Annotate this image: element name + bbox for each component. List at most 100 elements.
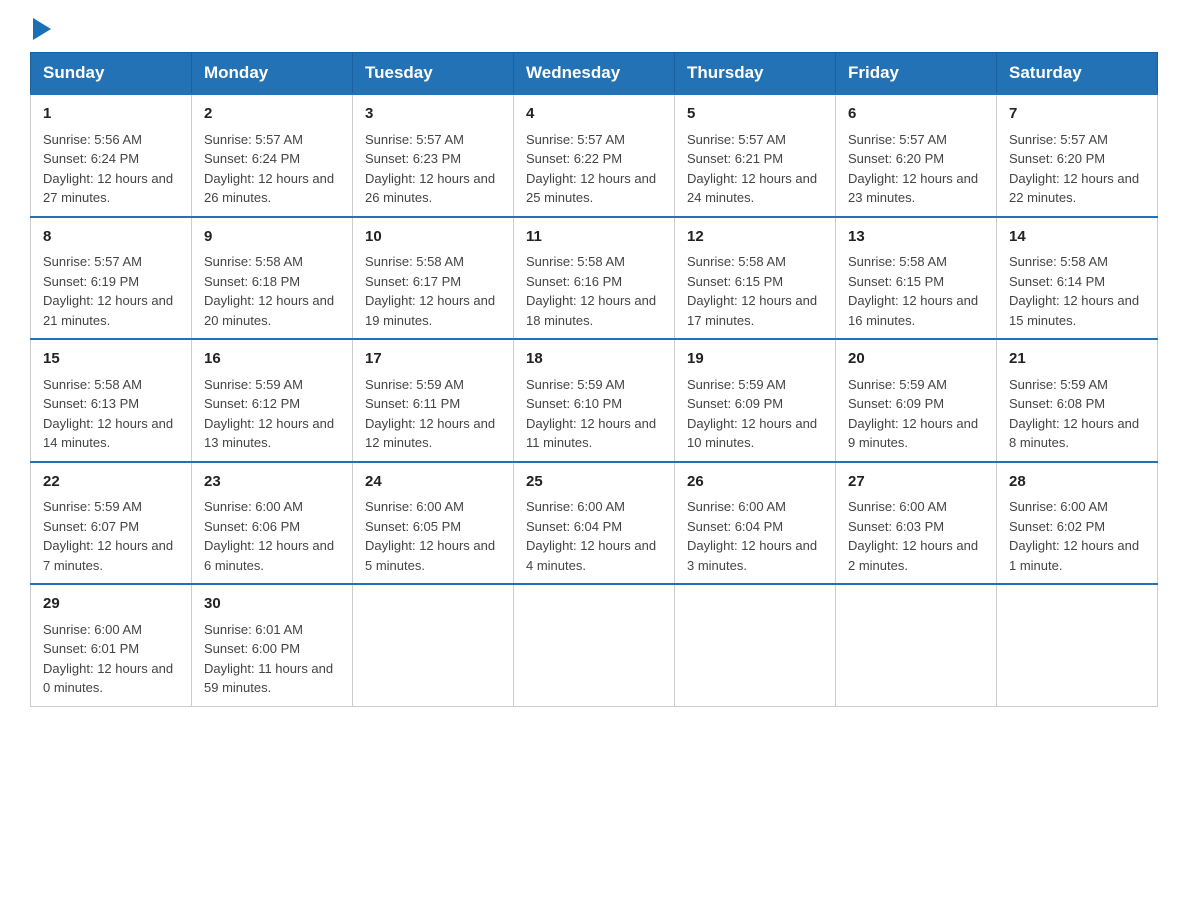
day-daylight: Daylight: 12 hours and 16 minutes. [848,293,978,328]
day-sunset: Sunset: 6:03 PM [848,519,944,534]
day-sunrise: Sunrise: 5:59 AM [204,377,303,392]
day-number: 2 [204,103,340,126]
calendar-day-cell: 15 Sunrise: 5:58 AM Sunset: 6:13 PM Dayl… [31,339,192,462]
calendar-day-cell [514,584,675,706]
calendar-day-cell: 9 Sunrise: 5:58 AM Sunset: 6:18 PM Dayli… [192,217,353,340]
day-daylight: Daylight: 12 hours and 12 minutes. [365,416,495,451]
day-daylight: Daylight: 12 hours and 2 minutes. [848,538,978,573]
day-sunrise: Sunrise: 5:56 AM [43,132,142,147]
day-daylight: Daylight: 12 hours and 8 minutes. [1009,416,1139,451]
day-sunset: Sunset: 6:12 PM [204,396,300,411]
day-sunrise: Sunrise: 5:57 AM [526,132,625,147]
day-sunset: Sunset: 6:16 PM [526,274,622,289]
day-daylight: Daylight: 12 hours and 23 minutes. [848,171,978,206]
day-number: 25 [526,471,662,494]
day-sunset: Sunset: 6:17 PM [365,274,461,289]
day-sunset: Sunset: 6:18 PM [204,274,300,289]
day-sunset: Sunset: 6:15 PM [848,274,944,289]
day-sunset: Sunset: 6:24 PM [204,151,300,166]
day-sunrise: Sunrise: 5:59 AM [365,377,464,392]
day-number: 29 [43,593,179,616]
calendar-day-cell: 26 Sunrise: 6:00 AM Sunset: 6:04 PM Dayl… [675,462,836,585]
day-sunset: Sunset: 6:06 PM [204,519,300,534]
day-sunset: Sunset: 6:14 PM [1009,274,1105,289]
day-sunset: Sunset: 6:09 PM [687,396,783,411]
calendar-week-row: 15 Sunrise: 5:58 AM Sunset: 6:13 PM Dayl… [31,339,1158,462]
calendar-day-cell: 8 Sunrise: 5:57 AM Sunset: 6:19 PM Dayli… [31,217,192,340]
day-sunrise: Sunrise: 5:58 AM [43,377,142,392]
day-daylight: Daylight: 12 hours and 22 minutes. [1009,171,1139,206]
day-sunset: Sunset: 6:09 PM [848,396,944,411]
day-sunset: Sunset: 6:23 PM [365,151,461,166]
calendar-day-cell: 2 Sunrise: 5:57 AM Sunset: 6:24 PM Dayli… [192,94,353,217]
calendar-day-cell: 17 Sunrise: 5:59 AM Sunset: 6:11 PM Dayl… [353,339,514,462]
day-daylight: Daylight: 12 hours and 6 minutes. [204,538,334,573]
day-sunrise: Sunrise: 5:59 AM [687,377,786,392]
calendar-day-cell: 12 Sunrise: 5:58 AM Sunset: 6:15 PM Dayl… [675,217,836,340]
calendar-day-cell: 25 Sunrise: 6:00 AM Sunset: 6:04 PM Dayl… [514,462,675,585]
calendar-week-row: 22 Sunrise: 5:59 AM Sunset: 6:07 PM Dayl… [31,462,1158,585]
day-sunset: Sunset: 6:20 PM [1009,151,1105,166]
day-number: 5 [687,103,823,126]
day-sunrise: Sunrise: 5:57 AM [1009,132,1108,147]
day-number: 28 [1009,471,1145,494]
day-sunrise: Sunrise: 6:00 AM [848,499,947,514]
day-sunset: Sunset: 6:07 PM [43,519,139,534]
day-number: 16 [204,348,340,371]
day-daylight: Daylight: 12 hours and 0 minutes. [43,661,173,696]
day-sunrise: Sunrise: 5:58 AM [1009,254,1108,269]
day-daylight: Daylight: 12 hours and 17 minutes. [687,293,817,328]
day-daylight: Daylight: 12 hours and 9 minutes. [848,416,978,451]
day-daylight: Daylight: 12 hours and 20 minutes. [204,293,334,328]
day-number: 13 [848,226,984,249]
calendar-day-cell: 28 Sunrise: 6:00 AM Sunset: 6:02 PM Dayl… [997,462,1158,585]
day-daylight: Daylight: 12 hours and 19 minutes. [365,293,495,328]
weekday-header-wednesday: Wednesday [514,53,675,95]
calendar-day-cell: 19 Sunrise: 5:59 AM Sunset: 6:09 PM Dayl… [675,339,836,462]
day-number: 19 [687,348,823,371]
day-sunrise: Sunrise: 5:58 AM [204,254,303,269]
calendar-day-cell: 22 Sunrise: 5:59 AM Sunset: 6:07 PM Dayl… [31,462,192,585]
day-daylight: Daylight: 12 hours and 27 minutes. [43,171,173,206]
calendar-day-cell: 3 Sunrise: 5:57 AM Sunset: 6:23 PM Dayli… [353,94,514,217]
calendar-day-cell: 11 Sunrise: 5:58 AM Sunset: 6:16 PM Dayl… [514,217,675,340]
weekday-header-sunday: Sunday [31,53,192,95]
calendar-day-cell: 27 Sunrise: 6:00 AM Sunset: 6:03 PM Dayl… [836,462,997,585]
day-number: 21 [1009,348,1145,371]
day-sunset: Sunset: 6:24 PM [43,151,139,166]
logo-triangle-icon [33,18,51,40]
weekday-header-friday: Friday [836,53,997,95]
day-sunrise: Sunrise: 5:57 AM [848,132,947,147]
day-number: 26 [687,471,823,494]
day-sunrise: Sunrise: 5:58 AM [848,254,947,269]
weekday-header-tuesday: Tuesday [353,53,514,95]
calendar-day-cell: 21 Sunrise: 5:59 AM Sunset: 6:08 PM Dayl… [997,339,1158,462]
calendar-day-cell: 14 Sunrise: 5:58 AM Sunset: 6:14 PM Dayl… [997,217,1158,340]
day-number: 3 [365,103,501,126]
day-number: 8 [43,226,179,249]
logo [30,20,51,42]
day-number: 15 [43,348,179,371]
calendar-week-row: 8 Sunrise: 5:57 AM Sunset: 6:19 PM Dayli… [31,217,1158,340]
calendar-day-cell: 7 Sunrise: 5:57 AM Sunset: 6:20 PM Dayli… [997,94,1158,217]
day-sunrise: Sunrise: 5:58 AM [687,254,786,269]
day-number: 27 [848,471,984,494]
calendar-day-cell: 30 Sunrise: 6:01 AM Sunset: 6:00 PM Dayl… [192,584,353,706]
day-sunset: Sunset: 6:08 PM [1009,396,1105,411]
day-daylight: Daylight: 12 hours and 26 minutes. [204,171,334,206]
day-daylight: Daylight: 12 hours and 10 minutes. [687,416,817,451]
day-sunset: Sunset: 6:20 PM [848,151,944,166]
day-daylight: Daylight: 12 hours and 13 minutes. [204,416,334,451]
day-sunrise: Sunrise: 6:00 AM [526,499,625,514]
day-number: 17 [365,348,501,371]
day-sunrise: Sunrise: 5:58 AM [365,254,464,269]
day-sunrise: Sunrise: 5:57 AM [204,132,303,147]
calendar-day-cell: 29 Sunrise: 6:00 AM Sunset: 6:01 PM Dayl… [31,584,192,706]
day-sunset: Sunset: 6:11 PM [365,396,460,411]
day-daylight: Daylight: 12 hours and 18 minutes. [526,293,656,328]
day-sunrise: Sunrise: 5:58 AM [526,254,625,269]
day-number: 7 [1009,103,1145,126]
day-number: 14 [1009,226,1145,249]
calendar-day-cell: 5 Sunrise: 5:57 AM Sunset: 6:21 PM Dayli… [675,94,836,217]
calendar-day-cell: 4 Sunrise: 5:57 AM Sunset: 6:22 PM Dayli… [514,94,675,217]
